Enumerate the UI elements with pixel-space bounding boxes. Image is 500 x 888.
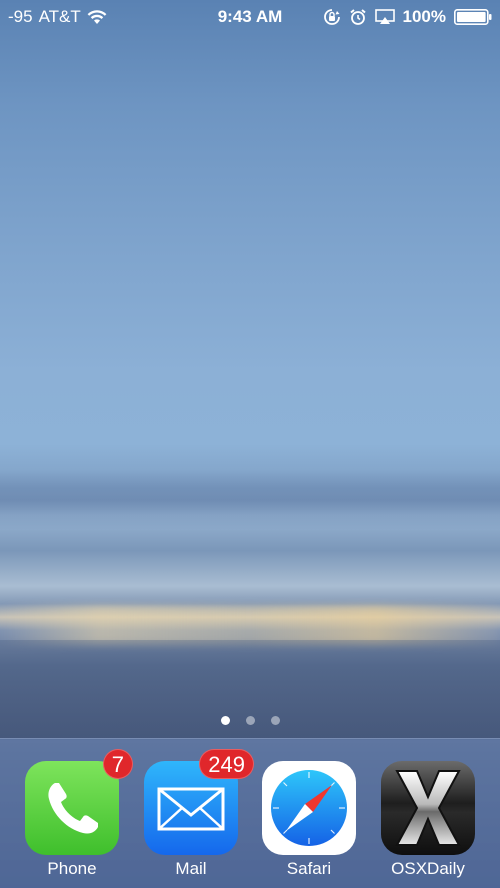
wallpaper-sunset-band — [0, 605, 500, 645]
safari-label: Safari — [286, 859, 332, 878]
page-dot-2[interactable] — [245, 715, 255, 725]
rotation-lock-icon — [323, 8, 341, 26]
status-right-group: 100% — [323, 7, 492, 27]
status-bar: -95 AT&T 9:43 AM 100% — [0, 0, 500, 34]
page-dot-1[interactable] — [220, 715, 230, 725]
battery-percentage: 100% — [402, 7, 446, 26]
phone-app-icon[interactable]: 7 — [25, 749, 133, 855]
osxdaily-icon — [381, 761, 475, 855]
mail-label: Mail — [175, 859, 207, 878]
page-indicator[interactable] — [0, 713, 500, 727]
app-osxdaily[interactable]: OSXDaily — [381, 761, 475, 879]
page-dot-3[interactable] — [270, 715, 280, 725]
mail-app-icon[interactable]: 249 — [144, 749, 254, 855]
dock: 7 Phone 249 Mail Safari OSXDaily — [0, 738, 500, 888]
safari-app-icon[interactable] — [262, 761, 356, 855]
safari-icon — [262, 761, 356, 855]
app-safari[interactable]: Safari — [262, 761, 356, 879]
phone-badge: 7 — [102, 749, 133, 779]
wallpaper-cloud-band — [0, 470, 500, 530]
mail-badge: 249 — [199, 749, 254, 779]
app-mail[interactable]: 249 Mail — [144, 749, 254, 879]
osxdaily-app-icon[interactable] — [381, 761, 475, 855]
app-phone[interactable]: 7 Phone — [25, 749, 133, 879]
phone-label: Phone — [47, 859, 97, 878]
osxdaily-label: OSXDaily — [391, 859, 465, 878]
alarm-icon — [349, 8, 367, 26]
phone-icon — [25, 761, 119, 855]
battery-icon — [454, 9, 492, 25]
airplay-icon — [374, 9, 395, 25]
battery-fill — [457, 12, 486, 22]
